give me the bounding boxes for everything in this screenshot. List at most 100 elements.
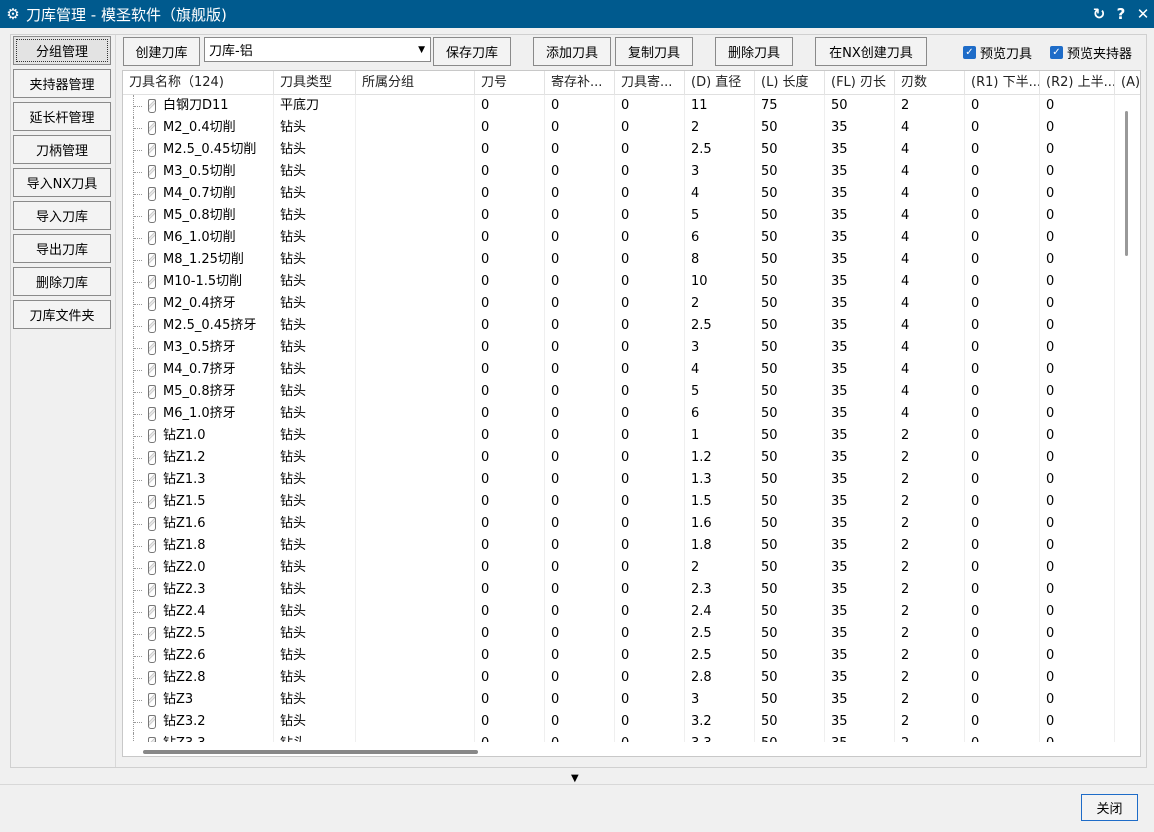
holder-manage-button[interactable]: 夹持器管理 (13, 69, 111, 98)
tool-name-cell: 钻Z1.2 (123, 447, 274, 469)
table-row[interactable]: M3_0.5切削 钻头 0 0 0 3 50 35 4 0 0 (123, 161, 1140, 183)
extension-manage-button[interactable]: 延长杆管理 (13, 102, 111, 131)
library-select[interactable]: 刀库-铝 ▼ (204, 37, 431, 62)
column-header[interactable]: 刀具寄... (615, 71, 685, 95)
table-cell: 钻头 (274, 425, 356, 447)
export-library-button[interactable]: 导出刀库 (13, 234, 111, 263)
table-cell: 35 (825, 645, 895, 667)
table-row[interactable]: M10-1.5切削 钻头 0 0 0 10 50 35 4 0 0 (123, 271, 1140, 293)
table-cell: 0 (965, 447, 1040, 469)
table-row[interactable]: 白钢刀D11 平底刀 0 0 0 11 75 50 2 0 0 (123, 95, 1140, 117)
table-cell: 0 (965, 205, 1040, 227)
vertical-scrollbar[interactable] (1125, 111, 1128, 256)
help-icon[interactable]: ? (1110, 5, 1132, 23)
create-in-nx-button[interactable]: 在NX创建刀具 (815, 37, 927, 66)
table-cell (356, 227, 475, 249)
column-header[interactable]: 寄存补... (545, 71, 615, 95)
table-cell: 0 (475, 557, 545, 579)
table-row[interactable]: 钻Z1.3 钻头 0 0 0 1.3 50 35 2 0 0 (123, 469, 1140, 491)
table-cell: 2 (895, 557, 965, 579)
table-cell: 0 (545, 667, 615, 689)
table-row[interactable]: 钻Z1.6 钻头 0 0 0 1.6 50 35 2 0 0 (123, 513, 1140, 535)
table-cell (356, 271, 475, 293)
table-row[interactable]: 钻Z1.5 钻头 0 0 0 1.5 50 35 2 0 0 (123, 491, 1140, 513)
table-row[interactable]: 钻Z2.5 钻头 0 0 0 2.5 50 35 2 0 0 (123, 623, 1140, 645)
table-row[interactable]: M4_0.7切削 钻头 0 0 0 4 50 35 4 0 0 (123, 183, 1140, 205)
table-row[interactable]: M3_0.5挤牙 钻头 0 0 0 3 50 35 4 0 0 (123, 337, 1140, 359)
table-row[interactable]: M5_0.8切削 钻头 0 0 0 5 50 35 4 0 0 (123, 205, 1140, 227)
table-cell-truncated (1115, 425, 1140, 447)
table-row[interactable]: M2_0.4切削 钻头 0 0 0 2 50 35 4 0 0 (123, 117, 1140, 139)
table-cell: 50 (755, 381, 825, 403)
table-row[interactable]: M6_1.0切削 钻头 0 0 0 6 50 35 4 0 0 (123, 227, 1140, 249)
add-tool-button[interactable]: 添加刀具 (533, 37, 611, 66)
table-row[interactable]: M6_1.0挤牙 钻头 0 0 0 6 50 35 4 0 0 (123, 403, 1140, 425)
column-header[interactable]: (A) (1115, 71, 1140, 95)
table-row[interactable]: 钻Z2.6 钻头 0 0 0 2.5 50 35 2 0 0 (123, 645, 1140, 667)
import-library-button[interactable]: 导入刀库 (13, 201, 111, 230)
column-header[interactable]: 刀具名称（124) (123, 71, 274, 95)
table-row[interactable]: M2_0.4挤牙 钻头 0 0 0 2 50 35 4 0 0 (123, 293, 1140, 315)
table-row[interactable]: 钻Z3.3钻头0003.35035200 (123, 733, 1140, 742)
shank-manage-button[interactable]: 刀柄管理 (13, 135, 111, 164)
library-folder-button[interactable]: 刀库文件夹 (13, 300, 111, 329)
refresh-icon[interactable]: ↻ (1088, 5, 1110, 23)
table-row[interactable]: 钻Z3.2 钻头 0 0 0 3.2 50 35 2 0 0 (123, 711, 1140, 733)
table-cell: 0 (545, 359, 615, 381)
close-button[interactable]: 关闭 (1081, 794, 1138, 821)
column-header[interactable]: 所属分组 (356, 71, 475, 95)
import-nx-tool-button[interactable]: 导入NX刀具 (13, 168, 111, 197)
column-header[interactable]: (R1) 下半... (965, 71, 1040, 95)
table-cell: 50 (755, 337, 825, 359)
table-row[interactable]: 钻Z2.0 钻头 0 0 0 2 50 35 2 0 0 (123, 557, 1140, 579)
column-header[interactable]: 刀号 (475, 71, 545, 95)
table-cell: 35 (825, 711, 895, 733)
table-cell: 50 (755, 359, 825, 381)
table-cell: 50 (755, 403, 825, 425)
column-header[interactable]: (D) 直径 (685, 71, 755, 95)
table-row[interactable]: M2.5_0.45切削 钻头 0 0 0 2.5 50 35 4 0 0 (123, 139, 1140, 161)
drill-tool-icon (148, 671, 156, 685)
horizontal-scrollbar[interactable] (143, 750, 478, 754)
preview-tool-checkbox[interactable]: ✓ 预览刀具 (963, 43, 1032, 62)
expand-arrow-icon[interactable]: ▼ (571, 773, 579, 784)
delete-tool-button[interactable]: 删除刀具 (715, 37, 793, 66)
delete-library-button[interactable]: 删除刀库 (13, 267, 111, 296)
table-row[interactable]: M5_0.8挤牙 钻头 0 0 0 5 50 35 4 0 0 (123, 381, 1140, 403)
table-cell: 0 (1040, 557, 1115, 579)
table-row[interactable]: 钻Z1.8 钻头 0 0 0 1.8 50 35 2 0 0 (123, 535, 1140, 557)
table-row[interactable]: 钻Z2.3 钻头 0 0 0 2.3 50 35 2 0 0 (123, 579, 1140, 601)
table-cell: 0 (475, 139, 545, 161)
table-row[interactable]: M2.5_0.45挤牙 钻头 0 0 0 2.5 50 35 4 0 0 (123, 315, 1140, 337)
column-header[interactable]: (R2) 上半... (1040, 71, 1115, 95)
column-header[interactable]: 刃数 (895, 71, 965, 95)
table-row[interactable]: 钻Z1.2 钻头 0 0 0 1.2 50 35 2 0 0 (123, 447, 1140, 469)
table-cell: 4 (895, 403, 965, 425)
table-cell: 0 (965, 403, 1040, 425)
checkbox-checked-icon: ✓ (963, 46, 976, 59)
create-library-button[interactable]: 创建刀库 (123, 37, 200, 66)
group-manage-button[interactable]: 分组管理 (13, 36, 111, 65)
table-row[interactable]: M8_1.25切削 钻头 0 0 0 8 50 35 4 0 0 (123, 249, 1140, 271)
drill-tool-icon (148, 451, 156, 465)
table-row[interactable]: 钻Z2.8 钻头 0 0 0 2.8 50 35 2 0 0 (123, 667, 1140, 689)
tool-name-cell: M6_1.0挤牙 (123, 403, 274, 425)
save-library-button[interactable]: 保存刀库 (433, 37, 511, 66)
preview-holder-checkbox[interactable]: ✓ 预览夹持器 (1050, 43, 1132, 62)
table-row[interactable]: 钻Z2.4 钻头 0 0 0 2.4 50 35 2 0 0 (123, 601, 1140, 623)
table-row[interactable]: 钻Z3 钻头 0 0 0 3 50 35 2 0 0 (123, 689, 1140, 711)
copy-tool-button[interactable]: 复制刀具 (615, 37, 693, 66)
table-row[interactable]: M4_0.7挤牙 钻头 0 0 0 4 50 35 4 0 0 (123, 359, 1140, 381)
close-icon[interactable]: ✕ (1132, 5, 1154, 23)
column-header[interactable]: 刀具类型 (274, 71, 356, 95)
tool-table: 刀具名称（124) 刀具类型 所属分组 刀号 寄存补... 刀具寄... (D) 直径 (L)… (122, 70, 1141, 757)
column-header[interactable]: (L) 长度 (755, 71, 825, 95)
table-row[interactable]: 钻Z1.0 钻头 0 0 0 1 50 35 2 0 0 (123, 425, 1140, 447)
table-cell: 0 (965, 227, 1040, 249)
column-header[interactable]: (FL) 刃长 (825, 71, 895, 95)
table-cell: 0 (615, 337, 685, 359)
table-cell: 0 (615, 381, 685, 403)
table-cell: 0 (965, 271, 1040, 293)
table-cell: 0 (475, 579, 545, 601)
table-cell: 0 (615, 425, 685, 447)
